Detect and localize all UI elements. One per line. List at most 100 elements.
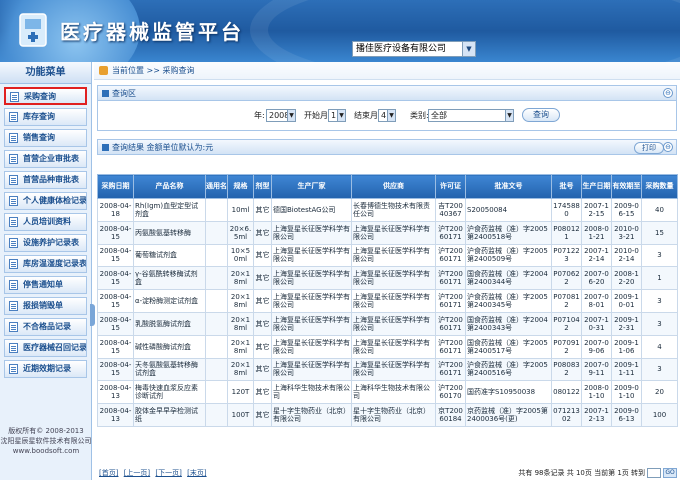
sidebar-item-nonconforming[interactable]: 不合格品记录 xyxy=(4,318,87,336)
query-panel-header: 查询区 ⊖ xyxy=(97,85,677,101)
sidebar-item-near-expiry[interactable]: 近期效期记录 xyxy=(4,360,87,378)
last-page-link[interactable]: [末页] xyxy=(187,469,206,477)
table-row[interactable]: 2008-04-15 α-淀粉酶测定试剂盒 20×18ml 其它 上海复星长征医学科学有… xyxy=(97,289,678,313)
sidebar-item-damage-disposal[interactable]: 报损销毁单 xyxy=(4,297,87,315)
table-cell: 20×18ml xyxy=(227,334,254,359)
go-button[interactable]: GO xyxy=(663,468,677,478)
document-icon xyxy=(9,301,18,311)
collapse-icon[interactable]: ⊖ xyxy=(663,142,673,152)
table-cell: 2008-04-15 xyxy=(97,311,134,336)
table-row[interactable]: 2008-04-15 天冬氨酸氨基转移酶试剂盒 20×18ml 其它 上海复星长征医学科… xyxy=(97,357,678,382)
table-cell: 2008-04-18 xyxy=(97,198,134,222)
sidebar-item-purchase-query[interactable]: 采购查询 xyxy=(4,87,87,105)
table-cell: 2009-12-31 xyxy=(611,311,642,336)
table-cell xyxy=(205,311,228,336)
sidebar-item-label: 个人健康体检记录 xyxy=(23,196,87,205)
document-icon xyxy=(9,196,18,206)
page-jump-input[interactable] xyxy=(647,468,661,478)
table-cell: 碱性磷酸酶试剂盒 xyxy=(133,334,206,359)
table-row[interactable]: 2008-04-15 γ-谷氨酰转移酶试剂盒 20×18ml 其它 上海复星长征医学科学… xyxy=(97,266,678,291)
breadcrumb-text: 当前位置 >> 采购查询 xyxy=(112,66,195,75)
table-cell xyxy=(205,289,228,313)
year-select[interactable]: 2008 ▼ xyxy=(266,109,296,122)
sidebar-item-inventory-query[interactable]: 库存查询 xyxy=(4,108,87,126)
table-cell: 上海复星长征医学科学有限公司 xyxy=(271,289,352,313)
table-cell: 10×50ml xyxy=(227,243,254,268)
company-select[interactable]: 播佳医疗设备有限公司 ▼ xyxy=(352,41,476,57)
table-cell: 沪T20060171 xyxy=(435,243,466,268)
sidebar-item-label: 不合格品记录 xyxy=(23,322,71,331)
end-month-select[interactable]: 4 ▼ xyxy=(378,109,396,122)
category-select-value: 全部 xyxy=(431,111,447,120)
sidebar-item-health-checkup[interactable]: 个人健康体检记录 xyxy=(4,192,87,210)
table-row[interactable]: 2008-04-15 碱性磷酸酶试剂盒 20×18ml 其它 上海复星长征医学科学有限公… xyxy=(97,334,678,359)
sidebar-item-label: 医疗器械召回记录 xyxy=(23,343,87,352)
table-cell: 沪T20060171 xyxy=(435,220,466,245)
app-window: 医疗器械监管平台 播佳医疗设备有限公司 ▼ 功能菜单 采购查询 库存查询 销售查… xyxy=(0,0,680,480)
collapse-icon[interactable]: ⊖ xyxy=(663,88,673,98)
results-panel-title: 查询结果 金额单位默认为:元 xyxy=(112,143,214,152)
table-cell: 上海复星长征医学科学有限公司 xyxy=(271,311,352,336)
table-row[interactable]: 2008-04-15 葡萄糖试剂盒 10×50ml 其它 上海复星长征医学科学有限公司上… xyxy=(97,243,678,268)
first-page-link[interactable]: [首页] xyxy=(99,469,118,477)
sidebar-item-device-recall[interactable]: 医疗器械召回记录 xyxy=(4,339,87,357)
website-link[interactable]: www.boodsoft.com xyxy=(0,446,92,456)
chevron-down-icon[interactable]: ▼ xyxy=(462,42,475,56)
table-cell: 20×6.5ml xyxy=(227,220,254,245)
table-cell: 20×18ml xyxy=(227,266,254,291)
sidebar-footer: 版权所有© 2008-2013 沈阳星辰星软件技术有限公司 www.boodso… xyxy=(0,426,92,456)
table-header-row: 采购日期 产品名称 通用名 规格 剂型 生产厂家 供应商 许可证 批准文号 批号 生产日期 有效期至采… xyxy=(97,174,678,199)
table-cell: 40 xyxy=(641,198,678,222)
table-cell: 沪T20060171 xyxy=(435,289,466,313)
table-row[interactable]: 2008-04-13 胶体金早早孕检测试纸 100T 其它 星十字生物药业（北京）有限公… xyxy=(97,403,678,427)
table-row[interactable]: 2008-04-15 丙氨酸氨基转移酶 20×6.5ml 其它 上海复星长征医学科学有限… xyxy=(97,220,678,245)
table-cell xyxy=(205,380,228,405)
sidebar-item-facility-maintenance[interactable]: 设施养护记录表 xyxy=(4,234,87,252)
next-page-link[interactable]: [下一页] xyxy=(155,469,181,477)
category-label: 类别: xyxy=(410,111,429,120)
breadcrumb: 当前位置 >> 采购查询 xyxy=(94,62,680,80)
document-icon xyxy=(9,238,18,248)
start-month-label: 开始月: xyxy=(304,111,331,120)
category-select[interactable]: 全部 ▼ xyxy=(428,109,514,122)
table-cell: 3 xyxy=(641,357,678,382)
table-cell: 上海复星长征医学科学有限公司 xyxy=(271,266,352,291)
table-cell: 07121302 xyxy=(551,403,582,427)
table-row[interactable]: 2008-04-18 Rh(Igm)血型定型试剂盒 10ml 其它 德国BiotestA… xyxy=(97,198,678,222)
table-cell: 其它 xyxy=(253,243,272,268)
table-cell: α-淀粉酶测定试剂盒 xyxy=(133,289,206,313)
chevron-down-icon[interactable]: ▼ xyxy=(287,110,295,121)
medical-device-logo-icon xyxy=(19,13,47,47)
chevron-down-icon[interactable]: ▼ xyxy=(387,110,395,121)
table-cell: 2009-11-11 xyxy=(611,357,642,382)
table-cell: 2008-04-13 xyxy=(97,380,134,405)
sidebar-item-warehouse-humidity[interactable]: 库房温湿度记录表 xyxy=(4,255,87,273)
query-button[interactable]: 查询 xyxy=(522,108,560,122)
prev-page-link[interactable]: [上一页] xyxy=(124,469,150,477)
chevron-down-icon[interactable]: ▼ xyxy=(337,110,345,121)
table-cell: 2007-12-14 xyxy=(581,243,612,268)
table-cell: 沪食药监械（准）字2005第2400509号 xyxy=(465,243,552,268)
table-row[interactable]: 2008-04-13 梅毒快速血浆反应素诊断试剂 120T 其它 上海科华生物技术有限公… xyxy=(97,380,678,405)
document-icon xyxy=(9,175,18,185)
table-cell xyxy=(205,266,228,291)
table-cell: 100 xyxy=(641,403,678,427)
table-cell: 天冬氨酸氨基转移酶试剂盒 xyxy=(133,357,206,382)
print-button[interactable]: 打印 xyxy=(634,142,664,154)
pager-info-text: 共有 98条记录 共 10页 当前第 1页 转到 xyxy=(518,469,645,477)
start-month-select[interactable]: 1 ▼ xyxy=(328,109,346,122)
column-header: 批号 xyxy=(551,174,582,199)
sidebar-item-first-supplier-approval[interactable]: 首营企业审批表 xyxy=(4,150,87,168)
table-cell: 20×18ml xyxy=(227,311,254,336)
table-cell: 2008-04-15 xyxy=(97,334,134,359)
sidebar-item-sales-query[interactable]: 销售查询 xyxy=(4,129,87,147)
table-row[interactable]: 2008-04-15 乳酸脱氢酶试剂盒 20×18ml 其它 上海复星长征医学科学有限公… xyxy=(97,311,678,336)
table-cell: 2008-12-20 xyxy=(611,266,642,291)
sidebar-item-stop-sale-notice[interactable]: 停售通知单 xyxy=(4,276,87,294)
table-cell: 2009-01-10 xyxy=(611,380,642,405)
table-cell: 2007-09-06 xyxy=(581,334,612,359)
sidebar-item-first-product-approval[interactable]: 首营品种审批表 xyxy=(4,171,87,189)
sidebar-item-staff-training[interactable]: 人员培训资料 xyxy=(4,213,87,231)
table-cell: 3 xyxy=(641,311,678,336)
chevron-down-icon[interactable]: ▼ xyxy=(505,110,513,121)
